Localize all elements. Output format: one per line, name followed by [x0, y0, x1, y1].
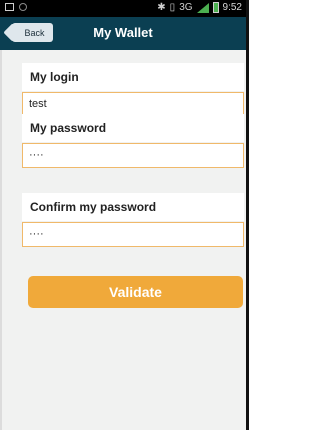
- status-right-icons: ✱ ▯ 3G 9:52: [157, 2, 242, 13]
- confirm-password-field-group: Confirm my password ····: [22, 193, 244, 247]
- page-title: My Wallet: [93, 25, 153, 40]
- password-label: My password: [22, 114, 244, 142]
- circle-notification-icon: [19, 3, 27, 11]
- left-edge-divider: [0, 50, 2, 430]
- password-input[interactable]: ····: [22, 143, 244, 168]
- validate-button[interactable]: Validate: [28, 276, 243, 308]
- signal-icon: [196, 2, 209, 13]
- status-bar: ✱ ▯ 3G 9:52: [0, 0, 246, 17]
- login-field-group: My login test: [22, 63, 244, 117]
- vibrate-icon: ▯: [169, 2, 176, 13]
- password-field-group: My password ····: [22, 114, 244, 168]
- bluetooth-icon: ✱: [157, 2, 166, 13]
- form-content: My login test My password ···· Confirm m…: [0, 50, 246, 430]
- battery-icon: [212, 2, 219, 13]
- device-bezel: [246, 0, 249, 430]
- network-3g-icon: 3G: [179, 2, 193, 13]
- confirm-password-label: Confirm my password: [22, 193, 244, 221]
- phone-screen: ✱ ▯ 3G 9:52 Back My Wallet My login test…: [0, 0, 249, 430]
- login-label: My login: [22, 63, 244, 91]
- app-header: Back My Wallet: [0, 17, 246, 50]
- confirm-password-input[interactable]: ····: [22, 222, 244, 247]
- gallery-icon: [5, 3, 14, 11]
- status-left-icons: [5, 3, 27, 11]
- status-time: 9:52: [222, 2, 242, 13]
